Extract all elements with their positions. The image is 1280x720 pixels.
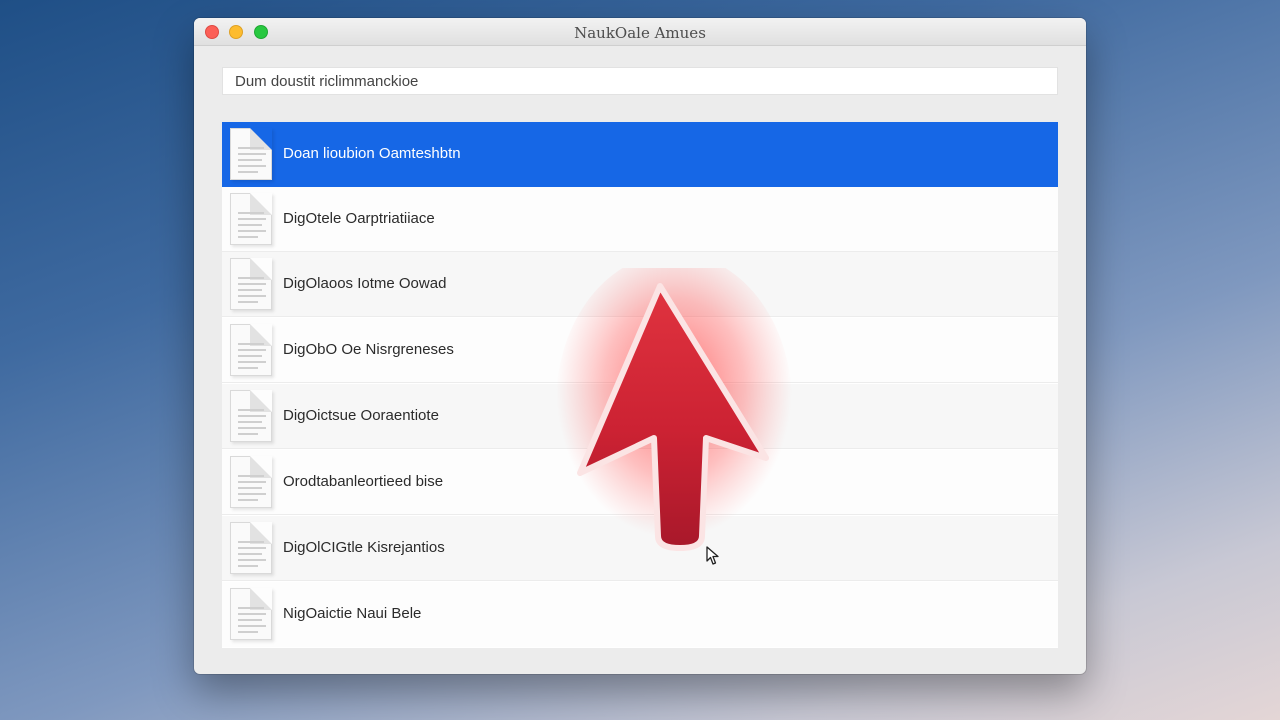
list-item[interactable]: DigOictsue Ooraentiote xyxy=(222,384,1058,449)
list-item[interactable]: Orodtabanleortieed bise xyxy=(222,450,1058,515)
mouse-cursor-icon xyxy=(706,546,720,571)
list-item[interactable]: DigOlCIGtle Kisrejantios xyxy=(222,516,1058,581)
list-item-label: DigOtele Oarptriatiiace xyxy=(283,210,435,227)
document-icon xyxy=(230,588,272,640)
list-item-label: DigOlCIGtle Kisrejantios xyxy=(283,539,445,556)
list-item-label: Doan lioubion Oamteshbtn xyxy=(283,145,461,162)
list-item[interactable]: DigObO Oe Nisrgreneses xyxy=(222,318,1058,383)
path-bar[interactable]: Dum doustit riclimmanckioe xyxy=(222,67,1058,95)
document-icon xyxy=(230,324,272,376)
finder-window: NaukOale Amues Dum doustit riclimmanckio… xyxy=(194,18,1086,674)
document-icon xyxy=(230,258,272,310)
window-title: NaukOale Amues xyxy=(574,24,706,42)
document-icon xyxy=(230,390,272,442)
document-icon xyxy=(230,522,272,574)
list-item-label: DigOlaoos Iotme Oowad xyxy=(283,275,447,292)
list-item[interactable]: Doan lioubion Oamteshbtn xyxy=(222,122,1058,187)
list-item[interactable]: DigOlaoos Iotme Oowad xyxy=(222,252,1058,317)
document-icon xyxy=(230,456,272,508)
list-item-label: DigOictsue Ooraentiote xyxy=(283,407,439,424)
document-icon xyxy=(230,128,272,180)
list-item[interactable]: NigOaictie Naui Bele xyxy=(222,582,1058,647)
list-item-label: NigOaictie Naui Bele xyxy=(283,605,422,622)
list-item-label: DigObO Oe Nisrgreneses xyxy=(283,341,454,358)
list-item-label: Orodtabanleortieed bise xyxy=(283,473,444,490)
file-list: Doan lioubion Oamteshbtn DigOtele Oarptr… xyxy=(222,122,1058,648)
title-bar[interactable]: NaukOale Amues xyxy=(194,18,1086,46)
document-icon xyxy=(230,193,272,245)
list-item[interactable]: DigOtele Oarptriatiiace xyxy=(222,187,1058,252)
